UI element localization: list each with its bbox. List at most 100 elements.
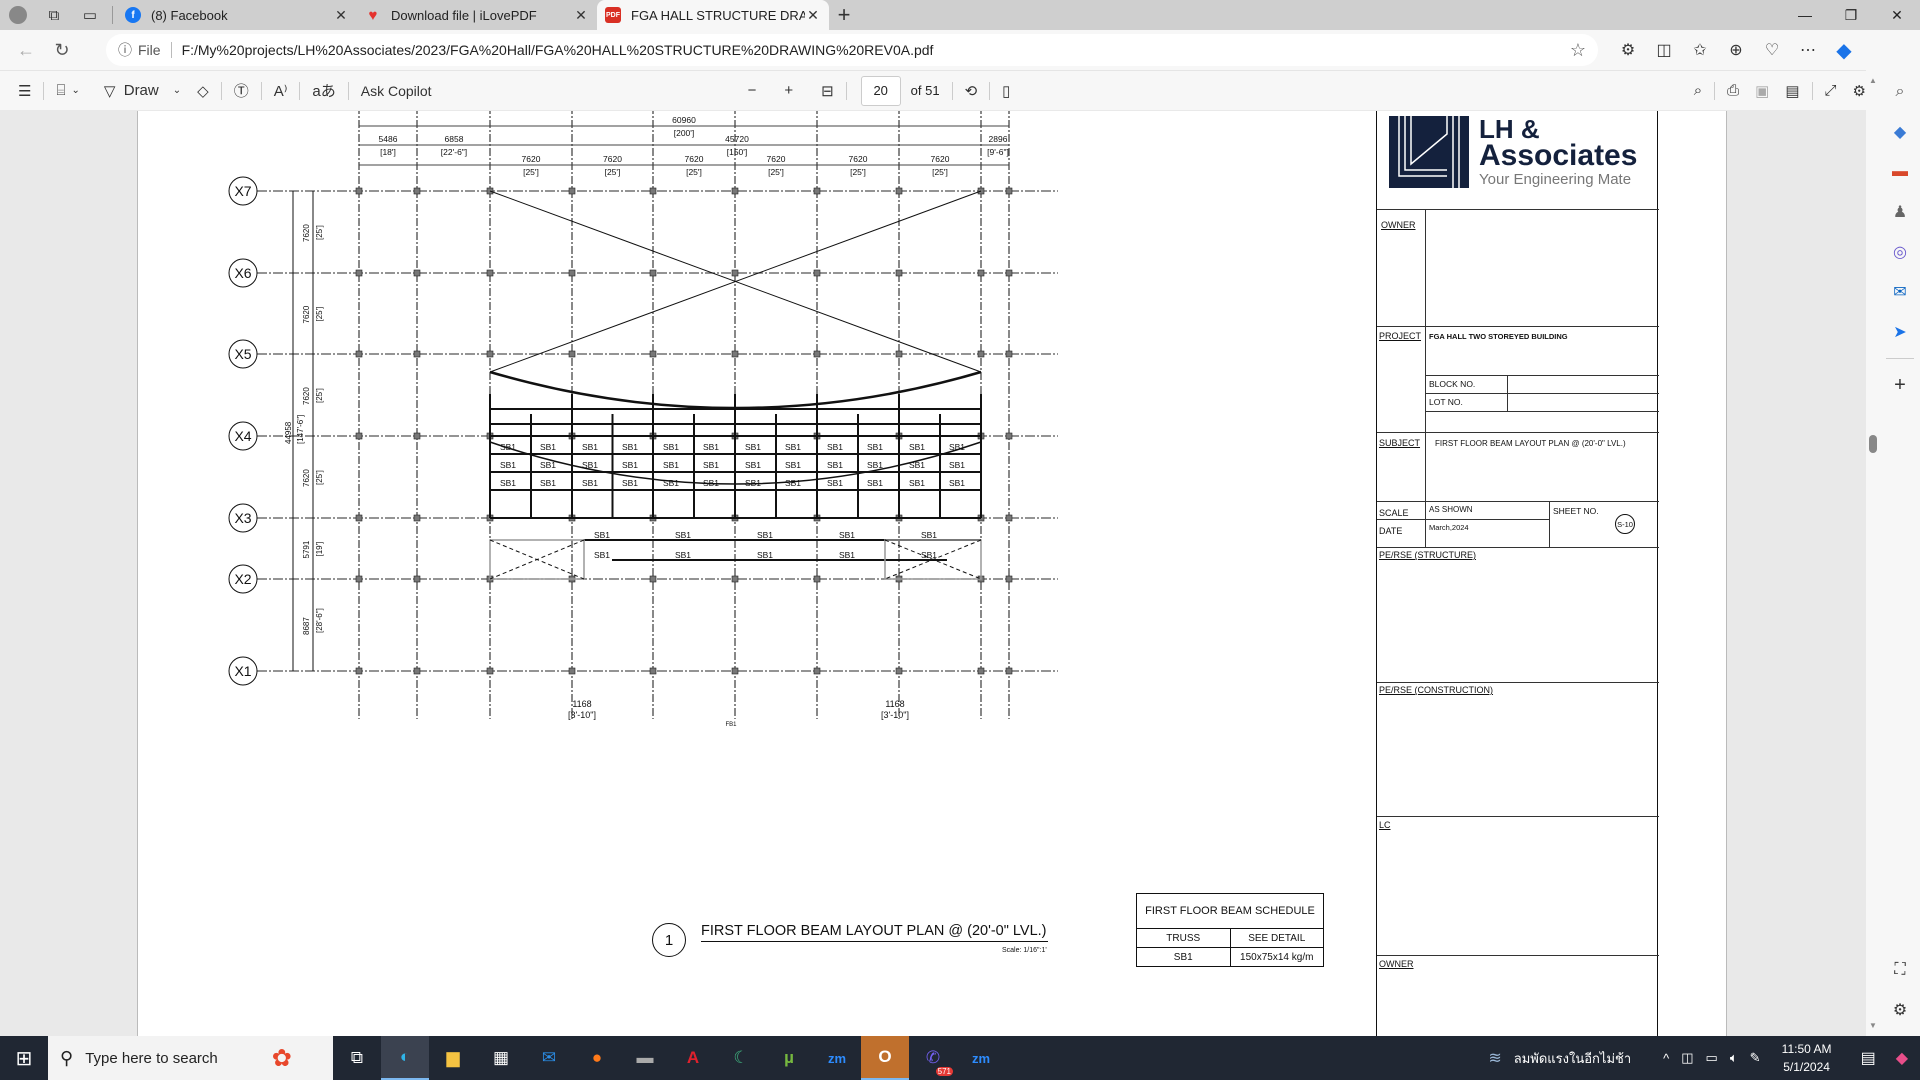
close-tab-icon[interactable]: ✕ [333, 7, 349, 24]
add-text-icon[interactable]: Ⓣ [226, 77, 257, 105]
split-screen-icon[interactable]: ◫ [1646, 40, 1682, 60]
column-marker [731, 667, 739, 675]
scroll-up-arrow-icon[interactable]: ▲ [1869, 76, 1877, 85]
beam-label: SB1 [909, 460, 925, 470]
edge-taskbar-icon[interactable]: ◐ [381, 1036, 429, 1080]
page-view-icon[interactable]: ▯ [994, 77, 1018, 105]
tab-facebook[interactable]: f (8) Facebook ✕ [117, 0, 357, 30]
scrollbar-thumb[interactable] [1869, 435, 1877, 453]
zoom-out-button[interactable]: − [740, 77, 765, 105]
profile-icon[interactable] [0, 0, 36, 30]
search-icon[interactable]: ⌕ [1686, 77, 1710, 105]
notifications-icon[interactable]: ▤ [1855, 1048, 1882, 1068]
outlook-icon[interactable]: ✉ [1880, 272, 1920, 312]
network-icon[interactable]: ▭ [1700, 1050, 1724, 1066]
file-explorer-icon[interactable]: ▆ [429, 1036, 477, 1080]
sidebar-search-icon[interactable]: ⌕ [1880, 72, 1920, 112]
cisco-anyconnect-icon[interactable]: ☾ [717, 1036, 765, 1080]
back-button[interactable]: ← [8, 40, 44, 61]
beam-label: SB1 [827, 460, 843, 470]
divider [1425, 432, 1426, 547]
copilot-preview-icon[interactable]: ◆ [1890, 1048, 1914, 1068]
ask-copilot-button[interactable]: Ask Copilot [353, 77, 440, 105]
add-sidebar-item-icon[interactable]: + [1880, 365, 1920, 405]
fit-page-icon[interactable]: ⊟ [813, 77, 842, 105]
pen-icon[interactable]: ✎ [1744, 1050, 1767, 1066]
games-icon[interactable]: ♟ [1880, 192, 1920, 232]
draw-button[interactable]: ▽ Draw ⌄ [96, 77, 189, 105]
highlight-button[interactable]: ⌸ ⌄ [48, 77, 87, 105]
sidebar-settings-icon[interactable]: ⚙ [1880, 990, 1920, 1030]
microsoft365-icon[interactable]: ◎ [1880, 232, 1920, 272]
vertical-tabs-icon[interactable]: ▭ [72, 0, 108, 30]
show-hidden-icons-chevron-icon[interactable]: ^ [1657, 1051, 1675, 1066]
tab-ilovepdf[interactable]: ♥ Download file | iLovePDF ✕ [357, 0, 597, 30]
column-marker [895, 269, 903, 277]
column-marker [977, 269, 985, 277]
favorite-star-icon[interactable]: ☆ [1570, 40, 1586, 61]
divider [1425, 411, 1659, 412]
autocad-icon[interactable]: A [669, 1036, 717, 1080]
favorites-icon[interactable]: ✩ [1682, 40, 1718, 60]
volume-icon[interactable]: 🔈︎ [1724, 1050, 1744, 1066]
weather-wind-icon[interactable]: ≋ [1482, 1048, 1507, 1068]
close-window-button[interactable]: ✕ [1874, 0, 1920, 30]
zoom-icon-2[interactable]: zm [957, 1036, 1005, 1080]
more-menu-icon[interactable]: ⋯ [1790, 40, 1826, 60]
eraser-icon[interactable]: ◇ [189, 77, 217, 105]
new-tab-button[interactable]: + [829, 2, 859, 28]
drop-send-icon[interactable]: ➤ [1880, 312, 1920, 352]
column-marker [355, 575, 363, 583]
refresh-button[interactable]: ↻ [44, 40, 80, 61]
contents-icon[interactable]: ☰ [10, 77, 39, 105]
column-marker [355, 187, 363, 195]
print-icon[interactable]: ⎙ [1719, 77, 1747, 105]
page-number-input[interactable]: 20 [860, 75, 901, 106]
info-icon[interactable]: ⓘ [118, 40, 132, 60]
save-icon[interactable]: ▣ [1747, 77, 1777, 105]
outlook-taskbar-icon[interactable]: O [861, 1036, 909, 1080]
divider [170, 42, 172, 58]
close-tab-icon[interactable]: ✕ [573, 7, 589, 24]
translate-icon[interactable]: aあ [304, 77, 343, 105]
close-tab-icon[interactable]: ✕ [805, 7, 821, 24]
firefox-icon[interactable]: ● [573, 1036, 621, 1080]
grid-label: X1 [234, 663, 251, 679]
vertical-scrollbar[interactable]: ▲ ▼ [1866, 70, 1880, 1036]
divider [112, 6, 113, 24]
utorrent-icon[interactable]: µ [765, 1036, 813, 1080]
screenshot-icon[interactable]: ⛶ [1880, 950, 1920, 990]
fullscreen-icon[interactable]: ⤢ [1817, 77, 1845, 105]
system-clock[interactable]: 11:50 AM 5/1/2024 [1767, 1040, 1847, 1076]
terminal-icon[interactable]: ▬ [621, 1036, 669, 1080]
scroll-down-arrow-icon[interactable]: ▼ [1869, 1021, 1877, 1030]
shopping-tag-icon[interactable]: ◆ [1880, 112, 1920, 152]
restore-button[interactable]: ❐ [1828, 0, 1874, 30]
save-as-icon[interactable]: ▤ [1777, 77, 1807, 105]
extensions-icon[interactable]: ⚙ [1610, 40, 1646, 60]
ms-store-icon[interactable]: ▦ [477, 1036, 525, 1080]
weather-text[interactable]: ลมพัดแรงในอีกไม่ช้า [1508, 1048, 1637, 1069]
rotate-icon[interactable]: ⟲ [957, 77, 986, 105]
zoom-in-button[interactable]: + [776, 77, 801, 105]
column-marker [1005, 187, 1013, 195]
browser-essentials-icon[interactable]: ♡ [1754, 40, 1790, 60]
column-marker [486, 667, 494, 675]
windows-start-icon[interactable]: ⊞ [0, 1036, 48, 1080]
task-view-icon[interactable]: ⧉ [333, 1036, 381, 1080]
tools-toolbox-icon[interactable]: ▬ [1880, 152, 1920, 192]
workspaces-icon[interactable]: ⧉ [36, 0, 72, 30]
read-aloud-icon[interactable]: A⁾ [266, 77, 296, 105]
tab-pdf[interactable]: PDF FGA HALL STRUCTURE DRAWING ✕ [597, 0, 829, 30]
camera-icon[interactable]: ◫ [1675, 1050, 1699, 1066]
copilot-icon[interactable]: ◆ [1826, 38, 1862, 63]
zoom-icon[interactable]: zm [813, 1036, 861, 1080]
minimize-button[interactable]: — [1782, 0, 1828, 30]
viber-icon[interactable]: ✆ 571 [909, 1036, 957, 1080]
mail-icon[interactable]: ✉ [525, 1036, 573, 1080]
beam-label: SB1 [582, 478, 598, 488]
collections-icon[interactable]: ⊕ [1718, 40, 1754, 60]
url-field[interactable]: ⓘ File F:/My%20projects/LH%20Associates/… [106, 34, 1598, 66]
taskbar-search-box[interactable]: ⚲ Type here to search ✿ [48, 1036, 333, 1080]
divider [989, 81, 991, 100]
